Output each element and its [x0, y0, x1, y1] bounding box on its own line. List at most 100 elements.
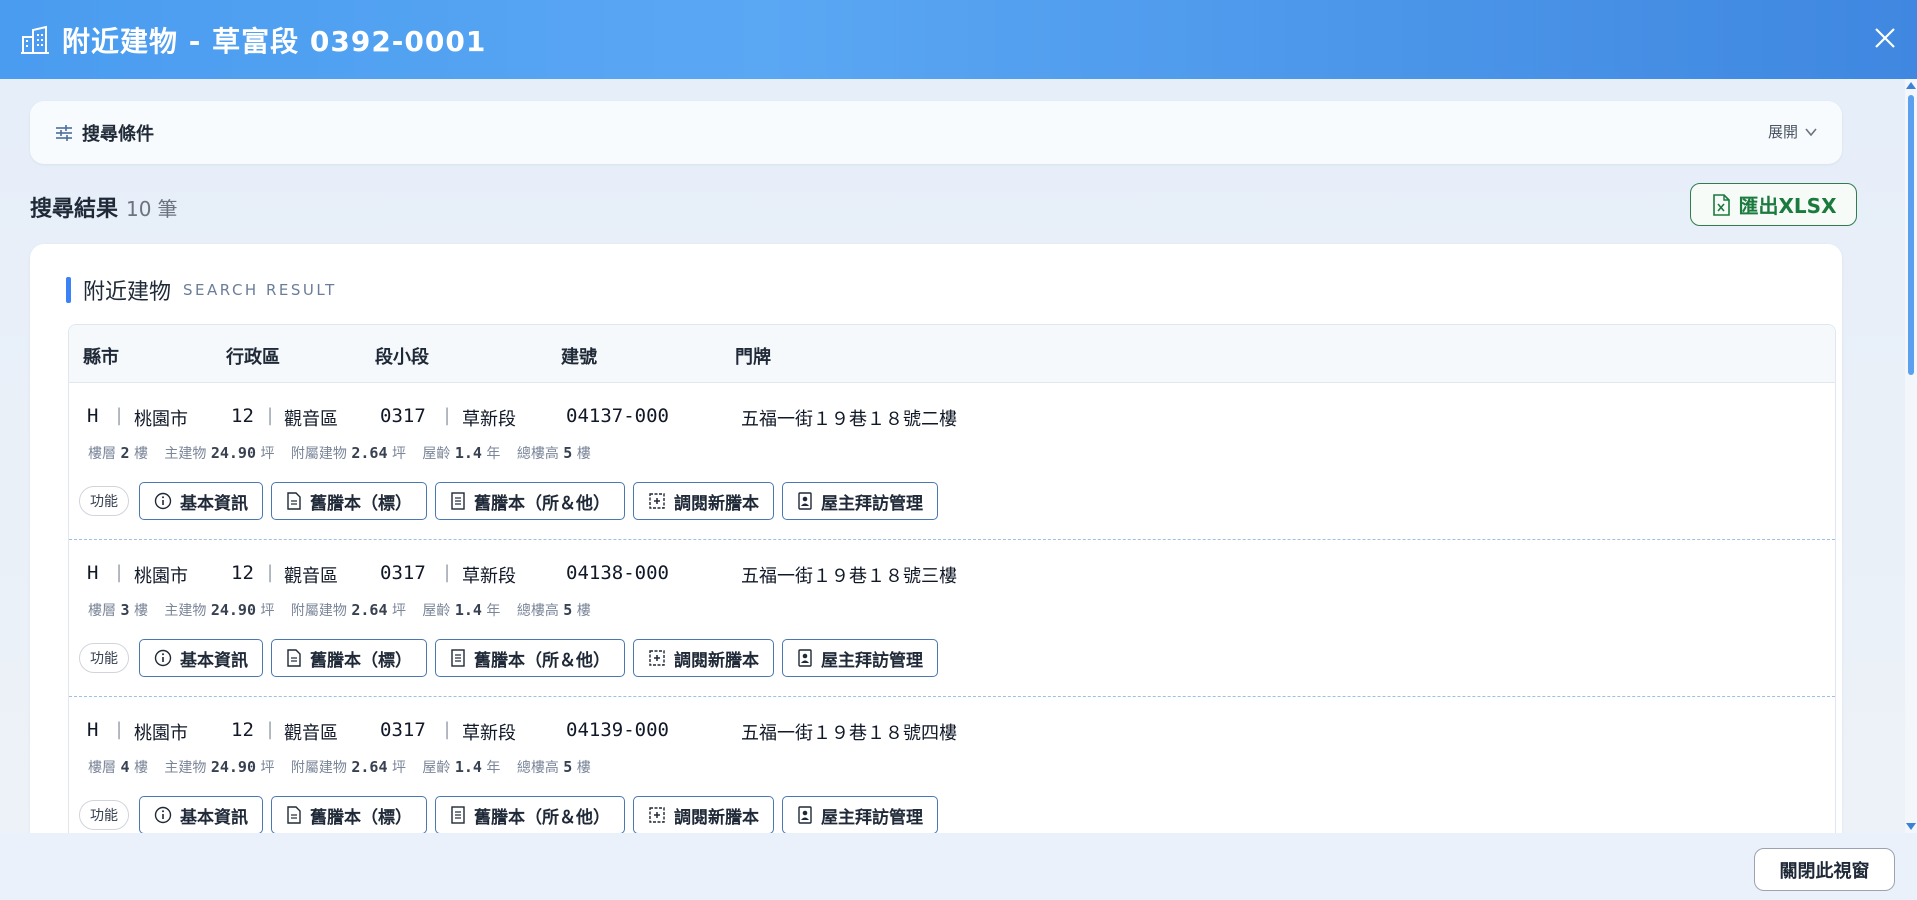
age-unit: 年 — [486, 603, 501, 619]
age-value: 1.4 — [454, 601, 482, 619]
district-code: 12 — [231, 405, 254, 427]
card-title: 附近建物 SEARCH RESULT — [66, 274, 337, 306]
new-transcript-button[interactable]: 調閱新謄本 — [633, 796, 774, 833]
floor-unit: 樓 — [576, 760, 591, 776]
age-value: 1.4 — [454, 758, 482, 776]
age-unit: 年 — [486, 446, 501, 462]
city-code: H — [87, 719, 99, 741]
col-header-build-no: 建號 — [561, 347, 597, 368]
district-name: 觀音區 — [284, 566, 338, 587]
info-icon — [154, 649, 172, 667]
file-lines-icon — [451, 649, 465, 667]
row-detail-line: 樓層 4 樓 主建物 24.90 坪 附屬建物 2.64 坪 屋齡 1.4 年 … — [88, 757, 603, 777]
export-xlsx-button[interactable]: 匯出XLSX — [1690, 183, 1857, 226]
info-icon — [154, 806, 172, 824]
age-value: 1.4 — [454, 444, 482, 462]
section-code: 0317 — [380, 719, 426, 741]
section-name: 草新段 — [462, 566, 516, 587]
basic-info-button[interactable]: 基本資訊 — [139, 482, 263, 520]
main-area-value: 24.90 — [210, 444, 256, 462]
main-area-label: 主建物 — [164, 446, 207, 462]
card-title-sub: SEARCH RESULT — [183, 281, 337, 299]
total-floors-value: 5 — [563, 601, 573, 619]
basic-info-button[interactable]: 基本資訊 — [139, 796, 263, 833]
separator: | — [444, 562, 451, 583]
old-transcript-owner-button[interactable]: 舊謄本（所＆他） — [435, 796, 625, 833]
attached-area-label: 附屬建物 — [290, 760, 347, 776]
action-label: 舊謄本（標） — [310, 807, 412, 828]
floor-unit: 樓 — [576, 603, 591, 619]
attached-area-label: 附屬建物 — [290, 603, 347, 619]
area-unit: 坪 — [260, 446, 275, 462]
main-area-value: 24.90 — [210, 758, 256, 776]
section-name: 草新段 — [462, 409, 516, 430]
main-area-label: 主建物 — [164, 760, 207, 776]
search-conditions-title: 搜尋條件 — [82, 123, 154, 145]
old-transcript-owner-button[interactable]: 舊謄本（所＆他） — [435, 639, 625, 677]
vertical-scrollbar[interactable] — [1905, 79, 1917, 833]
city-name: 桃園市 — [134, 723, 188, 744]
area-unit: 坪 — [391, 446, 406, 462]
floor-value: 3 — [120, 601, 130, 619]
floor-unit: 樓 — [576, 446, 591, 462]
floor-unit: 樓 — [133, 760, 148, 776]
age-label: 屋齡 — [422, 446, 451, 462]
floor-label: 樓層 — [88, 603, 116, 619]
age-unit: 年 — [486, 760, 501, 776]
action-label: 舊謄本（標） — [310, 493, 412, 514]
old-transcript-mark-button[interactable]: 舊謄本（標） — [271, 796, 427, 833]
action-label: 基本資訊 — [180, 650, 248, 671]
file-lines-icon — [451, 806, 465, 824]
action-label: 舊謄本（所＆他） — [474, 493, 610, 514]
old-transcript-mark-button[interactable]: 舊謄本（標） — [271, 482, 427, 520]
floor-value: 4 — [120, 758, 130, 776]
dialog-header: 附近建物 - 草富段 0392-0001 — [0, 0, 1917, 79]
scrollbar-thumb[interactable] — [1908, 95, 1914, 375]
info-icon — [154, 492, 172, 510]
scroll-down-arrow[interactable] — [1906, 823, 1916, 830]
excel-file-icon — [1712, 193, 1730, 216]
area-unit: 坪 — [391, 603, 406, 619]
city-code: H — [87, 562, 99, 584]
old-transcript-mark-button[interactable]: 舊謄本（標） — [271, 639, 427, 677]
basic-info-button[interactable]: 基本資訊 — [139, 639, 263, 677]
main-area-label: 主建物 — [164, 603, 207, 619]
separator: | — [267, 562, 274, 583]
scroll-up-arrow[interactable] — [1906, 82, 1916, 89]
results-heading: 搜尋結果 10 筆 — [30, 191, 177, 223]
table-row: H | 桃園市 12 | 觀音區 0317 | 草新段 04137-000 五福… — [69, 383, 1835, 540]
sliders-icon — [56, 124, 72, 141]
document-icon — [287, 806, 301, 824]
main-area-value: 24.90 — [210, 601, 256, 619]
owner-visit-button[interactable]: 屋主拜訪管理 — [782, 482, 938, 520]
new-transcript-button[interactable]: 調閱新謄本 — [633, 639, 774, 677]
owner-visit-button[interactable]: 屋主拜訪管理 — [782, 796, 938, 833]
col-header-address: 門牌 — [735, 347, 771, 368]
action-label: 屋主拜訪管理 — [821, 650, 923, 671]
new-transcript-button[interactable]: 調閱新謄本 — [633, 482, 774, 520]
old-transcript-owner-button[interactable]: 舊謄本（所＆他） — [435, 482, 625, 520]
row-main-line: H | 桃園市 12 | 觀音區 0317 | 草新段 04138-000 五福… — [69, 562, 1835, 587]
close-window-button[interactable]: 關閉此視窗 — [1754, 848, 1895, 891]
age-label: 屋齡 — [422, 760, 451, 776]
section-code: 0317 — [380, 562, 426, 584]
dialog-title: 附近建物 - 草富段 0392-0001 — [62, 24, 487, 58]
card-title-main: 附近建物 — [83, 280, 172, 305]
address: 五福一街１９巷１８號四樓 — [741, 723, 957, 744]
floor-label: 樓層 — [88, 760, 116, 776]
action-label: 舊謄本（標） — [310, 650, 412, 671]
district-name: 觀音區 — [284, 409, 338, 430]
address: 五福一街１９巷１８號二樓 — [741, 409, 957, 430]
total-floors-label: 總樓高 — [516, 760, 559, 776]
close-icon[interactable] — [1867, 20, 1903, 56]
build-number: 04139-000 — [566, 719, 669, 741]
expand-toggle[interactable]: 展開 — [1768, 121, 1818, 142]
build-number: 04137-000 — [566, 405, 669, 427]
chevron-down-icon — [1805, 127, 1817, 136]
row-actions: 功能 基本資訊 舊謄本（標） 舊謄本（所＆他） 調閱新謄本 屋主拜訪管理 — [79, 482, 946, 520]
floor-unit: 樓 — [133, 446, 148, 462]
attached-area-value: 2.64 — [351, 444, 388, 462]
total-floors-label: 總樓高 — [516, 446, 559, 462]
owner-visit-button[interactable]: 屋主拜訪管理 — [782, 639, 938, 677]
address: 五福一街１９巷１８號三樓 — [741, 566, 957, 587]
